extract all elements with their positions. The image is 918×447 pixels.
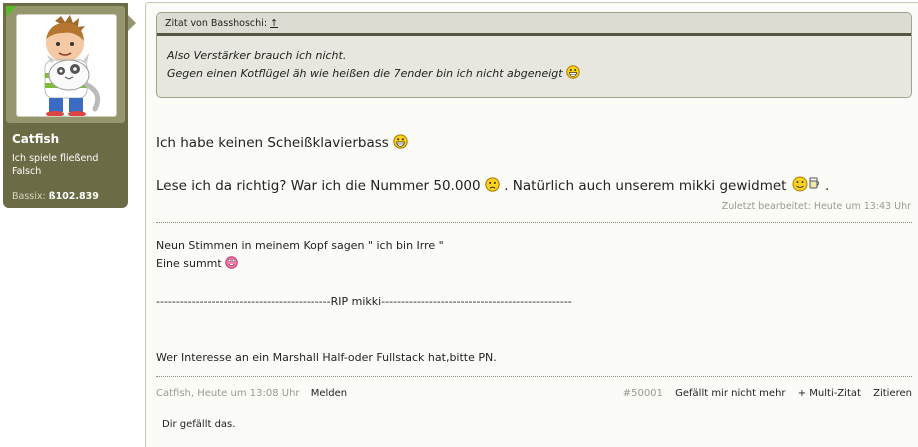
post-author-date[interactable]: Catfish, Heute um 13:08 Uhr bbox=[156, 388, 300, 399]
message-footer: Catfish, Heute um 13:08 Uhr Melden #5000… bbox=[156, 388, 912, 399]
grin-smiley-icon bbox=[393, 134, 408, 149]
crazy-smiley-icon bbox=[225, 256, 238, 269]
user-title: Ich spiele fließend Falsch bbox=[12, 153, 99, 177]
stat-value: ß102.839 bbox=[48, 191, 99, 202]
avatar-image bbox=[44, 15, 101, 116]
signature-ad-line: Wer Interesse an ein Marshall Half-oder … bbox=[156, 351, 497, 364]
post-controls: #50001 Gefällt mir nicht mehr + Multi-Zi… bbox=[614, 388, 912, 399]
stat-label: Bassix: bbox=[12, 191, 46, 202]
worried-smiley-icon bbox=[485, 177, 500, 192]
post-text-line: Lese ich da richtig? War ich die Nummer … bbox=[156, 175, 829, 194]
signature-rip-line: ----------------------------------------… bbox=[156, 295, 572, 308]
post-number-link[interactable]: #50001 bbox=[623, 388, 663, 399]
message-content: Zitat von Basshoschi: ↑ Also Verstärker … bbox=[145, 2, 918, 447]
multi-quote-link[interactable]: + Multi-Zitat bbox=[798, 388, 861, 399]
last-edited-note: Zuletzt bearbeitet: Heute um 13:43 Uhr bbox=[721, 201, 911, 212]
panel-arrow bbox=[128, 15, 136, 31]
jump-to-quote-link[interactable]: ↑ bbox=[270, 18, 278, 29]
report-link[interactable]: Melden bbox=[311, 388, 347, 399]
user-info-panel: Catfish Ich spiele fließend Falsch Bassi… bbox=[3, 3, 136, 208]
grin-smiley-icon bbox=[566, 65, 580, 79]
signature-line: Neun Stimmen in meinem Kopf sagen " ich … bbox=[156, 239, 444, 252]
quote-reply-link[interactable]: Zitieren bbox=[873, 388, 912, 399]
cheers-smiley-icon bbox=[792, 176, 819, 192]
quote-author: Zitat von Basshoschi: bbox=[165, 18, 268, 29]
quote-block: Zitat von Basshoschi: ↑ Also Verstärker … bbox=[156, 12, 912, 98]
quote-body: Also Verstärker brauch ich nicht. Gegen … bbox=[157, 36, 911, 94]
avatar-frame bbox=[6, 6, 125, 123]
quote-line: Also Verstärker brauch ich nicht. bbox=[167, 49, 347, 62]
unlike-link[interactable]: Gefällt mir nicht mehr bbox=[675, 388, 785, 399]
quote-header: Zitat von Basshoschi: ↑ bbox=[157, 13, 911, 36]
footer-divider bbox=[156, 376, 912, 377]
signature-line: Eine summt bbox=[156, 256, 238, 270]
quote-line: Gegen einen Kotflügel äh wie heißen die … bbox=[167, 65, 901, 83]
likes-text: Dir gefällt das. bbox=[162, 419, 236, 430]
likes-summary: Dir gefällt das. bbox=[156, 411, 912, 441]
username[interactable]: Catfish bbox=[12, 132, 59, 146]
post-text-line: Ich habe keinen Scheißklavierbass bbox=[156, 134, 408, 151]
avatar[interactable] bbox=[16, 14, 117, 117]
signature-divider bbox=[156, 222, 912, 223]
user-stats: Bassix: ß102.839 bbox=[12, 191, 99, 202]
